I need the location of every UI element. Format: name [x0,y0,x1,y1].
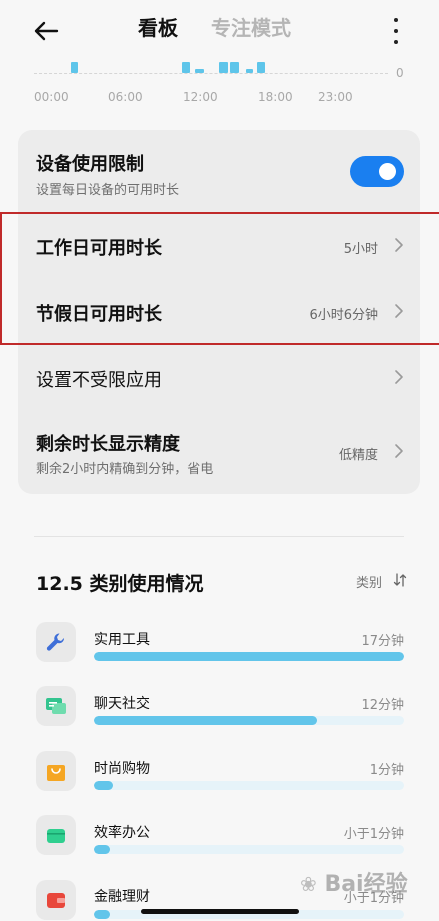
chart-bar [195,69,204,73]
category-icon-office [36,815,76,855]
category-icon-shopping [36,751,76,791]
category-progress-fill [94,716,318,725]
device-limit-subtitle: 设置每日设备的可用时长 [36,183,180,198]
chart-tick-label: 00:00 [34,90,69,104]
header: 看板 专注模式 [0,0,439,60]
category-time: 小于1分钟 [343,827,404,842]
back-button[interactable] [30,16,62,46]
category-time: 17分钟 [361,634,404,649]
more-options-icon[interactable] [386,18,406,44]
category-icon-finance [36,880,76,920]
chart-tick-label: 12:00 [183,90,218,104]
category-icon-social [36,686,76,726]
chart-bar [257,62,265,73]
chart-tick-label: 06:00 [108,90,143,104]
unlimited-apps-row[interactable]: 设置不受限应用 [18,344,420,408]
category-icon-tools [36,622,76,662]
category-progress-fill [94,910,110,919]
briefcase-icon [47,829,65,843]
back-arrow-icon [34,21,59,41]
category-time: 12分钟 [361,698,404,713]
category-name: 聊天社交 [94,696,150,712]
category-progress-track [94,845,404,854]
chart-baseline [34,73,388,74]
chart-tick-label: 23:00 [318,90,353,104]
unlimited-apps-title: 设置不受限应用 [36,370,162,391]
category-progress-fill [94,652,404,661]
category-progress-track [94,781,404,790]
chevron-right-icon [395,444,403,458]
device-limit-title: 设备使用限制 [36,154,144,175]
category-usage-title: 12.5 类别使用情况 [36,573,204,595]
category-progress-fill [94,845,110,854]
category-time: 1分钟 [369,763,404,778]
tab-focus-mode[interactable]: 专注模式 [211,12,291,41]
device-limit-row[interactable]: 设备使用限制 设置每日设备的可用时长 [18,130,420,210]
sort-label[interactable]: 类别 [356,572,382,591]
precision-subtitle: 剩余2小时内精确到分钟，省电 [36,462,214,477]
category-progress-track [94,716,404,725]
chart-bar [219,62,228,73]
chevron-right-icon [395,370,403,384]
precision-row[interactable]: 剩余时长显示精度 剩余2小时内精确到分钟，省电 低精度 [18,412,420,492]
paw-icon: ❀ [300,872,317,896]
toggle-knob [379,163,396,180]
chart-bar [182,62,190,73]
section-divider [34,536,404,537]
chart-bar [230,62,239,73]
usage-chart: 0 00:00 06:00 12:00 18:00 23:00 [0,58,439,120]
wrench-icon [46,633,65,651]
chart-zero-label: 0 [396,66,404,80]
wallet-icon [47,893,65,908]
category-name: 金融理财 [94,889,150,905]
category-progress-track [94,652,404,661]
category-name: 实用工具 [94,632,150,648]
device-limit-toggle[interactable] [350,156,404,187]
precision-value: 低精度 [338,448,378,463]
sort-icon[interactable] [393,572,407,588]
category-name: 时尚购物 [94,761,150,777]
watermark-text: Bai经验 [324,872,408,897]
tab-dashboard[interactable]: 看板 [138,12,178,41]
category-name: 效率办公 [94,825,150,841]
chat-icon [46,698,66,714]
shopping-bag-icon [47,765,65,781]
chart-tick-label: 18:00 [258,90,293,104]
home-indicator[interactable] [141,909,299,914]
highlight-box [0,212,439,345]
chart-bar [246,69,253,73]
precision-title: 剩余时长显示精度 [36,434,180,455]
chart-bar [71,62,78,73]
watermark: ❀ Bai经验 [300,866,408,898]
category-progress-fill [94,781,113,790]
